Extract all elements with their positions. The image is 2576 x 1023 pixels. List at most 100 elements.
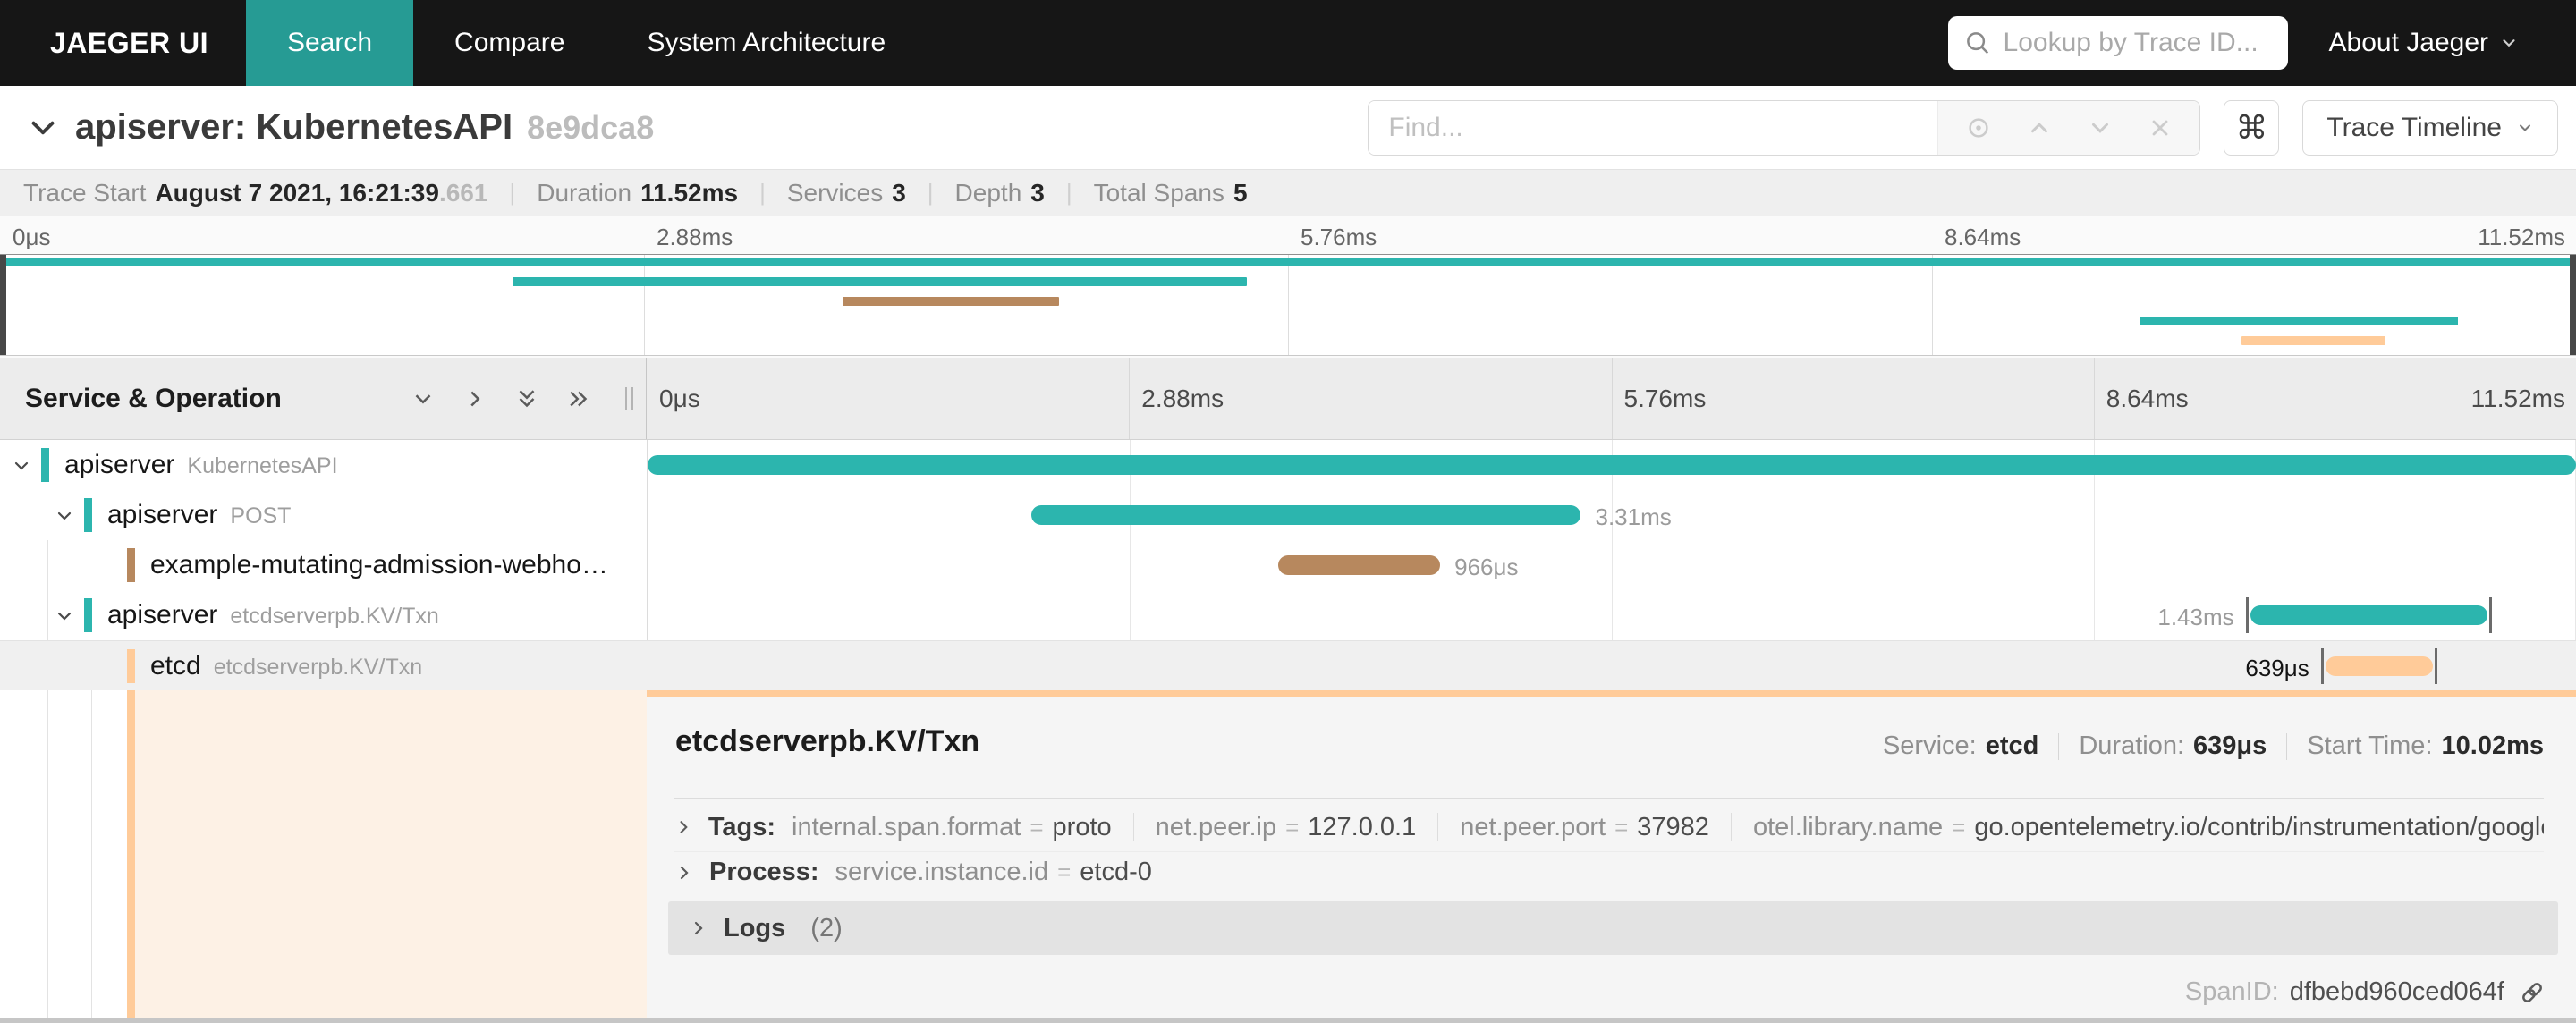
- axis-tick-line: [2093, 358, 2095, 439]
- span-duration-bar[interactable]: [1031, 505, 1581, 525]
- tag-kv: net.peer.ip = 127.0.0.1: [1155, 812, 1417, 841]
- span-row[interactable]: apiserver etcdserverpb.KV/Txn 1.43ms: [0, 590, 2576, 640]
- locate-icon[interactable]: [1965, 114, 1992, 141]
- detail-meta-label: Start Time:: [2307, 731, 2433, 760]
- span-start-tick: [2245, 597, 2249, 633]
- span-row[interactable]: apiserver POST 3.31ms: [0, 490, 2576, 540]
- separator: [2058, 732, 2060, 760]
- axis-tick-label: 11.52ms: [2470, 385, 2565, 412]
- span-operation-name: etcdserverpb.KV/Txn: [230, 604, 439, 629]
- search-icon: [1966, 32, 1988, 55]
- span-duration-bar[interactable]: [2250, 605, 2487, 625]
- minimap-span-bar: [513, 277, 1247, 286]
- axis-tick-label: 5.76ms: [1623, 385, 1707, 412]
- find-group: [1368, 99, 2201, 156]
- chevron-down-icon[interactable]: [11, 455, 32, 477]
- collapse-trace-chevron-icon[interactable]: [27, 112, 59, 144]
- logs-count: (2): [810, 913, 843, 943]
- summary-label: Services: [786, 178, 884, 207]
- trace-lookup-input[interactable]: Lookup by Trace ID...: [1947, 16, 2288, 70]
- trace-view-selector[interactable]: Trace Timeline: [2302, 99, 2558, 156]
- next-result-chevron-down-icon[interactable]: [2087, 114, 2114, 141]
- trace-title: apiserver: KubernetesAPI: [75, 107, 513, 147]
- minimap-canvas[interactable]: [0, 254, 2576, 356]
- summary-value-suffix: .661: [438, 178, 488, 207]
- detail-meta-label: Duration:: [2079, 731, 2185, 760]
- expand-one-chevron-right-icon[interactable]: [462, 385, 488, 412]
- clear-find-x-icon[interactable]: [2148, 115, 2173, 140]
- tags-label: Tags:: [708, 812, 776, 841]
- span-service-name: etcd etcdserverpb.KV/Txn: [150, 651, 423, 681]
- about-jaeger-menu[interactable]: About Jaeger: [2329, 0, 2519, 86]
- tag-kv: service.instance.id = etcd-0: [835, 858, 1152, 886]
- separator: [1132, 813, 1134, 841]
- link-icon[interactable]: [2519, 979, 2546, 1006]
- separator: |: [759, 179, 766, 206]
- span-operation-name: KubernetesAPI: [187, 453, 338, 478]
- minimap-scrubber-left-handle[interactable]: [0, 255, 6, 355]
- nav-tab-compare[interactable]: Compare: [413, 0, 606, 86]
- selected-span-tint: [135, 690, 647, 1018]
- tag-kv: internal.span.format = proto: [792, 812, 1112, 841]
- span-color-bar: [41, 448, 49, 482]
- collapse-all-double-chevron-down-icon[interactable]: [513, 385, 540, 412]
- span-rows: apiserver KubernetesAPI apiserver POST 3.31m…: [0, 440, 2576, 690]
- chevron-down-icon[interactable]: [54, 505, 75, 527]
- app-brand[interactable]: JAEGER UI: [0, 0, 246, 86]
- summary-value: 5: [1233, 178, 1248, 207]
- span-service-name: example-mutating-admission-webhook...: [150, 550, 615, 579]
- tag-kv: otel.library.name = go.opentelemetry.io/co…: [1752, 812, 2544, 841]
- tree-guide-line: [47, 690, 48, 1018]
- tags-list: internal.span.format = proto net.peer.ip = 12…: [792, 813, 2544, 842]
- axis-tick-label: 5.76ms: [1301, 224, 1377, 250]
- timeline-axis: 0μs 2.88ms 5.76ms 8.64ms 11.52ms: [647, 358, 2576, 439]
- span-duration-label: 1.43ms: [2157, 604, 2234, 630]
- span-detail-section: etcdserverpb.KV/Txn Service: etcd Duration…: [0, 690, 2576, 1023]
- divider: [674, 798, 2544, 799]
- axis-tick-label: 8.64ms: [2106, 385, 2189, 412]
- chevron-down-icon[interactable]: [54, 605, 75, 627]
- process-list: service.instance.id = etcd-0: [835, 858, 1152, 887]
- span-operation-name: POST: [230, 503, 292, 528]
- span-detail-panel: etcdserverpb.KV/Txn Service: etcd Duration…: [647, 690, 2576, 1018]
- detail-left-column: [0, 690, 647, 1018]
- nav-tab-search[interactable]: Search: [245, 0, 414, 86]
- span-color-bar: [127, 649, 135, 683]
- column-resize-grip[interactable]: [625, 386, 633, 410]
- expand-all-double-chevron-right-icon[interactable]: [565, 385, 592, 412]
- span-row[interactable]: apiserver KubernetesAPI: [0, 440, 2576, 490]
- minimap-gridline: [1288, 255, 1289, 355]
- minimap-gridline: [644, 255, 645, 355]
- tag-kv: net.peer.port = 37982: [1460, 812, 1709, 841]
- minimap-axis: 0μs 2.88ms 5.76ms 8.64ms 11.52ms: [0, 216, 2576, 254]
- axis-tick-label: 2.88ms: [657, 224, 733, 250]
- chevron-right-icon: [680, 821, 688, 833]
- span-start-tick: [2320, 648, 2324, 684]
- command-key-icon: ⌘: [2235, 108, 2268, 146]
- minimap-scrubber-right-handle[interactable]: [2570, 255, 2576, 355]
- logs-label: Logs: [724, 913, 786, 943]
- process-accordion[interactable]: Process: service.instance.id = etcd-0: [674, 851, 2544, 892]
- separator: [2286, 732, 2288, 760]
- span-row[interactable]: etcd etcdserverpb.KV/Txn 639μs: [0, 640, 2576, 690]
- keyboard-shortcuts-button[interactable]: ⌘: [2224, 99, 2280, 156]
- span-row[interactable]: example-mutating-admission-webhook... 966…: [0, 540, 2576, 590]
- nav-tabs: Search Compare System Architecture: [245, 0, 927, 86]
- logs-accordion[interactable]: Logs (2): [668, 901, 2558, 955]
- minimap-gridline: [1932, 255, 1933, 355]
- axis-tick-label: 2.88ms: [1141, 385, 1224, 412]
- span-duration-bar[interactable]: [2325, 656, 2434, 676]
- span-duration-bar[interactable]: [648, 455, 2576, 475]
- prev-result-chevron-up-icon[interactable]: [2026, 114, 2053, 141]
- tags-accordion[interactable]: Tags: internal.span.format = proto net.peer…: [674, 807, 2544, 848]
- find-input[interactable]: [1368, 100, 1938, 155]
- separator: [1437, 813, 1439, 841]
- detail-meta-value: 639μs: [2193, 731, 2267, 760]
- summary-label: Duration: [537, 178, 632, 207]
- detail-meta-value: 10.02ms: [2441, 731, 2545, 760]
- about-jaeger-label: About Jaeger: [2328, 28, 2488, 57]
- nav-tab-system-architecture[interactable]: System Architecture: [606, 0, 927, 86]
- span-duration-bar[interactable]: [1278, 555, 1441, 575]
- collapse-one-chevron-down-icon[interactable]: [410, 385, 436, 412]
- chevron-right-icon: [694, 921, 703, 935]
